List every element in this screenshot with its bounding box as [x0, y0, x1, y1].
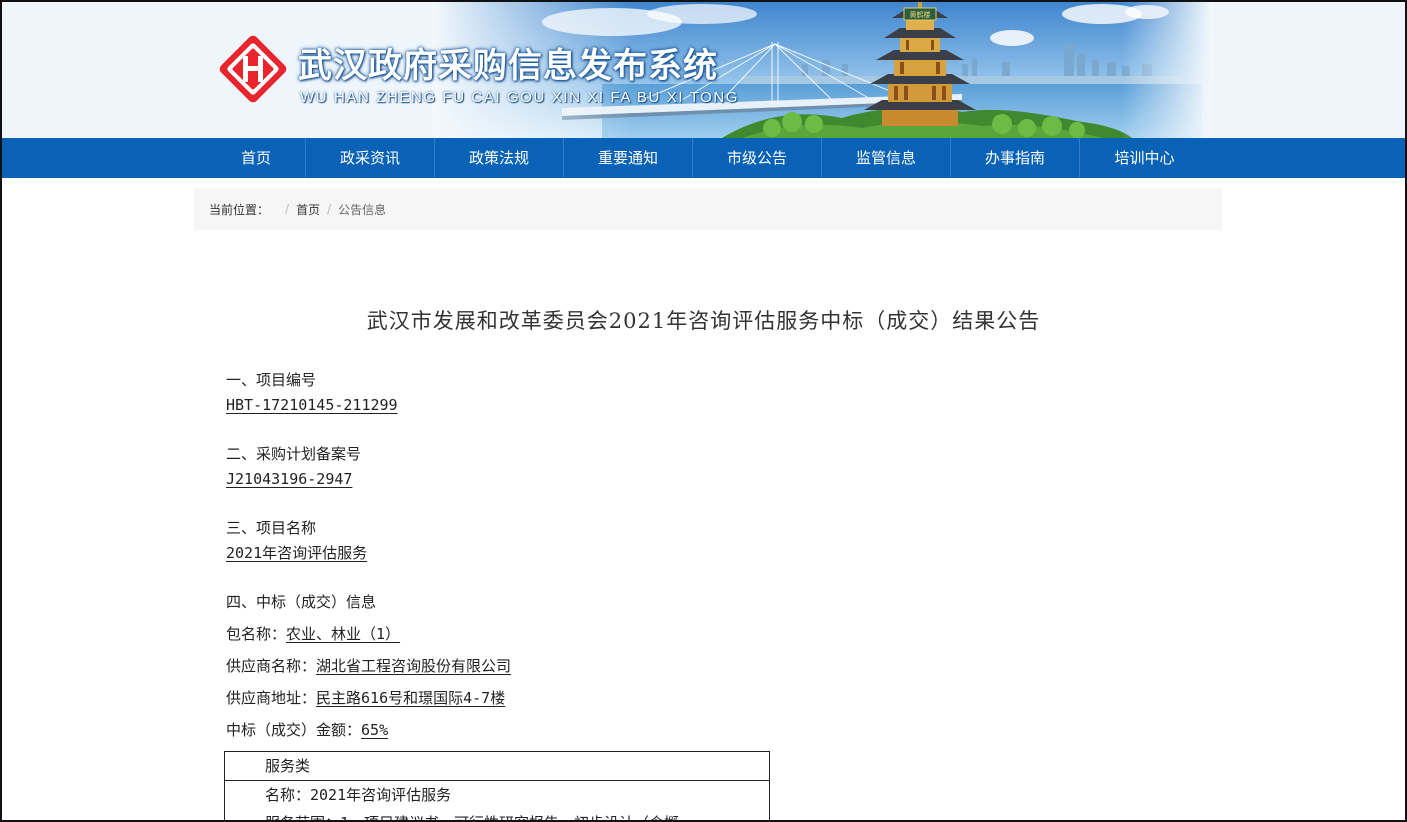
plan-record-number-value: J21043196-2947: [226, 470, 353, 488]
nav-item-procurement-news[interactable]: 政采资讯: [306, 138, 435, 178]
nav-item-guide[interactable]: 办事指南: [951, 138, 1080, 178]
notice-body: 一、项目编号 HBT-17210145-211299 二、采购计划备案号 J21…: [226, 368, 1126, 746]
nav-item-policies[interactable]: 政策法规: [435, 138, 564, 178]
notice-title: 武汉市发展和改革委员会2021年咨询评估服务中标（成交）结果公告: [366, 309, 1041, 333]
site-title: 武汉政府采购信息发布系统: [298, 46, 718, 86]
service-category-row: 服务类: [225, 752, 769, 781]
service-scope-row: 服务范围：1、项目建议书、可行性研究报告、初步设计（含概: [225, 809, 769, 820]
nav-item-training[interactable]: 培训中心: [1080, 138, 1209, 178]
supplier-address-label: 供应商地址：: [226, 689, 317, 707]
nav-list: 首页 政采资讯 政策法规 重要通知 市级公告 监管信息 办事指南 培训中心: [207, 138, 1209, 178]
award-amount-value: 65%: [361, 721, 389, 739]
award-amount-label: 中标（成交）金额：: [226, 721, 362, 739]
tower-plaque-text: 黄鹤楼: [910, 10, 931, 19]
breadcrumb-home-link[interactable]: 首页: [296, 201, 320, 218]
supplier-address-value: 民主路616号和璟国际4-7楼: [316, 689, 506, 707]
service-details-table: 服务类 名称：2021年咨询评估服务 服务范围：1、项目建议书、可行性研究报告、…: [224, 751, 770, 820]
section-heading-project-number: 一、项目编号: [226, 371, 317, 389]
supplier-name-value: 湖北省工程咨询股份有限公司: [316, 657, 512, 675]
service-name-row: 名称：2021年咨询评估服务: [265, 786, 452, 804]
project-name-value: 2021年咨询评估服务: [226, 544, 368, 562]
package-value: 农业、林业（1）: [286, 625, 401, 643]
breadcrumb-label: 当前位置：: [209, 202, 270, 217]
browser-frame: 黄鹤楼 武汉政府采购信息发布系统 WU HAN ZHENG FU CAI GOU…: [0, 0, 1407, 822]
nav-item-supervision[interactable]: 监管信息: [822, 138, 951, 178]
package-row: 包名称：农业、林业（1）: [226, 618, 1126, 650]
site-logo-icon[interactable]: [216, 32, 290, 106]
nav-item-notices[interactable]: 重要通知: [564, 138, 693, 178]
breadcrumb-current-link[interactable]: 公告信息: [338, 201, 386, 218]
site-subtitle: WU HAN ZHENG FU CAI GOU XIN XI FA BU XI …: [300, 89, 740, 106]
award-amount-row: 中标（成交）金额：65%: [226, 714, 1126, 746]
project-number-value: HBT-17210145-211299: [226, 396, 398, 414]
section-heading-plan-record-number: 二、采购计划备案号: [226, 445, 362, 463]
breadcrumb-separator: /: [285, 202, 290, 216]
site-banner: 黄鹤楼 武汉政府采购信息发布系统 WU HAN ZHENG FU CAI GOU…: [2, 2, 1405, 138]
breadcrumb: 当前位置： / 首页 / 公告信息: [194, 188, 1222, 230]
nav-item-home[interactable]: 首页: [207, 138, 306, 178]
breadcrumb-separator: /: [327, 202, 332, 216]
supplier-name-label: 供应商名称：: [226, 657, 317, 675]
section-heading-award-info: 四、中标（成交）信息: [226, 593, 377, 611]
section-heading-project-name: 三、项目名称: [226, 519, 317, 537]
main-nav: 首页 政采资讯 政策法规 重要通知 市级公告 监管信息 办事指南 培训中心: [2, 138, 1405, 178]
package-label: 包名称：: [226, 625, 287, 643]
nav-item-city-announcements[interactable]: 市级公告: [693, 138, 822, 178]
supplier-name-row: 供应商名称：湖北省工程咨询股份有限公司: [226, 650, 1126, 682]
supplier-address-row: 供应商地址：民主路616号和璟国际4-7楼: [226, 682, 1126, 714]
